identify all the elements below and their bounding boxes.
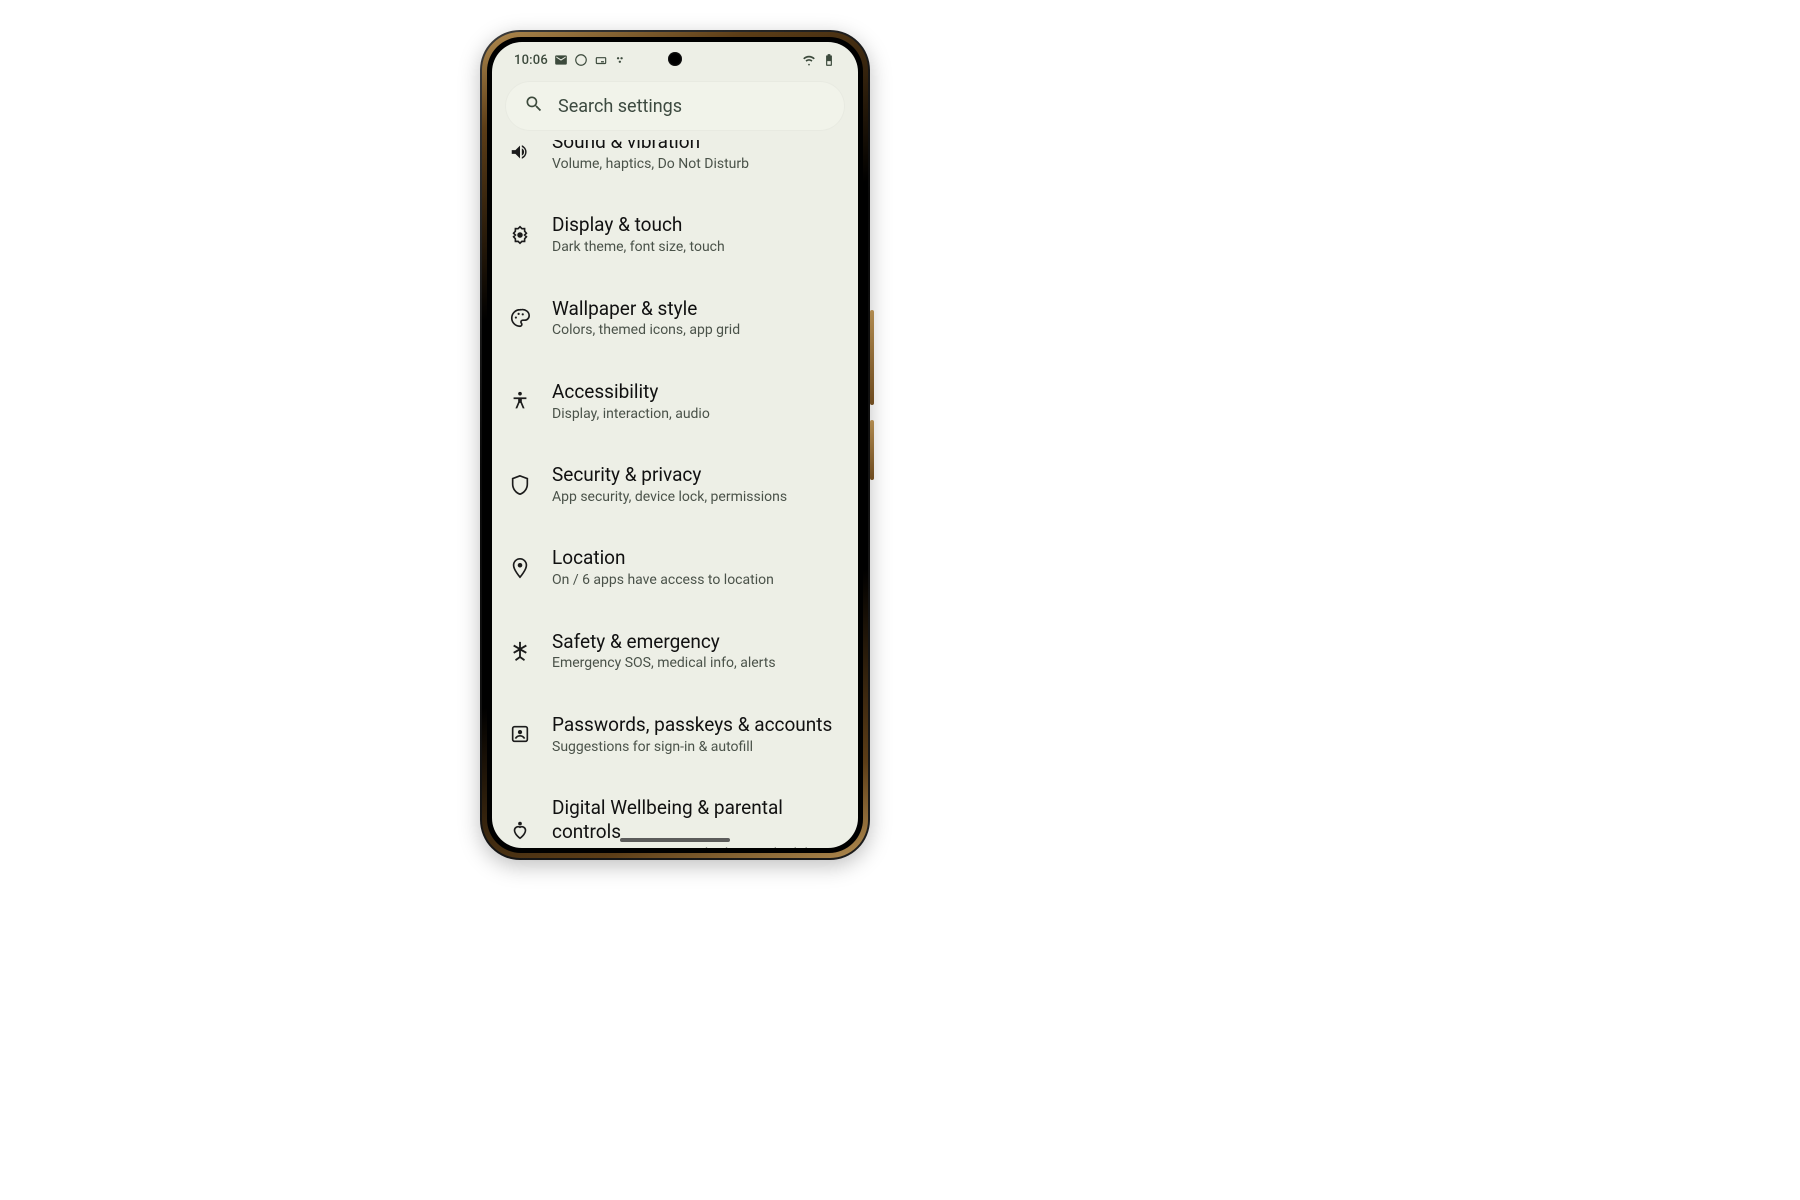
settings-item-title: Wallpaper & style <box>552 297 740 321</box>
volume-icon <box>506 141 534 163</box>
brightness-icon <box>506 224 534 246</box>
settings-item-title: Sound & vibration <box>552 140 749 154</box>
accessibility-icon <box>506 390 534 412</box>
circle-icon <box>574 53 588 67</box>
power-button <box>870 420 874 480</box>
settings-item-subtitle: Display, interaction, audio <box>552 406 710 424</box>
gmail-icon <box>554 53 568 67</box>
settings-item-title: Safety & emergency <box>552 630 776 654</box>
settings-item-subtitle: Suggestions for sign-in & autofill <box>552 739 832 757</box>
settings-item-subtitle: Volume, haptics, Do Not Disturb <box>552 156 749 174</box>
settings-item-wallpaper[interactable]: Wallpaper & style Colors, themed icons, … <box>492 277 858 360</box>
settings-item-title: Display & touch <box>552 213 725 237</box>
settings-item-sound[interactable]: Sound & vibration Volume, haptics, Do No… <box>492 140 858 193</box>
settings-item-display[interactable]: Display & touch Dark theme, font size, t… <box>492 193 858 276</box>
phone-screen: 10:06 <box>492 42 858 848</box>
settings-list[interactable]: Sound & vibration Volume, haptics, Do No… <box>492 140 858 848</box>
status-time: 10:06 <box>514 53 548 68</box>
volume-button <box>870 310 874 405</box>
phone-device-frame: 10:06 <box>480 30 870 860</box>
settings-item-location[interactable]: Location On / 6 apps have access to loca… <box>492 526 858 609</box>
location-pin-icon <box>506 557 534 579</box>
pip-icon <box>594 53 608 67</box>
settings-item-title: Digital Wellbeing & parental controls <box>552 796 840 844</box>
settings-item-subtitle: Dark theme, font size, touch <box>552 239 725 257</box>
settings-item-title: Location <box>552 546 774 570</box>
settings-item-safety[interactable]: Safety & emergency Emergency SOS, medica… <box>492 610 858 693</box>
settings-item-title: Accessibility <box>552 380 710 404</box>
palette-icon <box>506 307 534 329</box>
settings-item-subtitle: App security, device lock, permissions <box>552 489 787 507</box>
asterisk-icon <box>506 640 534 662</box>
wifi-icon <box>802 53 816 67</box>
settings-item-accessibility[interactable]: Accessibility Display, interaction, audi… <box>492 360 858 443</box>
shield-icon <box>506 474 534 496</box>
settings-item-subtitle: Emergency SOS, medical info, alerts <box>552 655 776 673</box>
search-placeholder: Search settings <box>558 96 682 117</box>
settings-item-subtitle: On / 6 apps have access to location <box>552 572 774 590</box>
settings-item-subtitle: Colors, themed icons, app grid <box>552 322 740 340</box>
gesture-nav-handle[interactable] <box>620 838 730 842</box>
settings-item-passwords[interactable]: Passwords, passkeys & accounts Suggestio… <box>492 693 858 776</box>
search-settings-field[interactable]: Search settings <box>506 82 844 130</box>
search-icon <box>524 94 544 118</box>
settings-item-subtitle: Screen time, app timers, bedtime schedul… <box>552 846 840 849</box>
battery-icon <box>822 53 836 67</box>
account-box-icon <box>506 723 534 745</box>
wellbeing-icon <box>506 819 534 841</box>
settings-item-title: Passwords, passkeys & accounts <box>552 713 832 737</box>
settings-item-security[interactable]: Security & privacy App security, device … <box>492 443 858 526</box>
front-camera-cutout <box>668 52 682 66</box>
settings-item-title: Security & privacy <box>552 463 787 487</box>
dots-icon <box>614 53 628 67</box>
